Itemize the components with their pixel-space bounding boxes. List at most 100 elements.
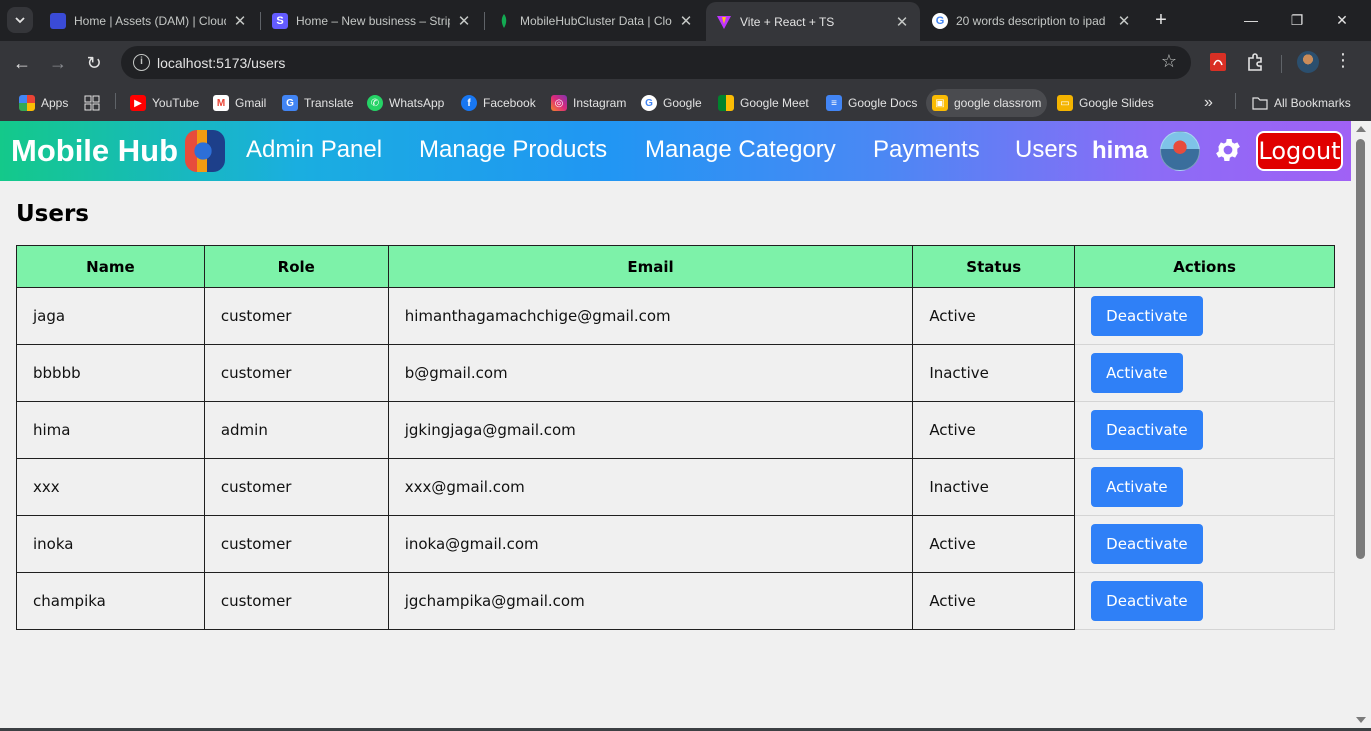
- chevron-down-icon: [15, 17, 25, 24]
- browser-menu-icon[interactable]: ⋮: [1334, 50, 1352, 71]
- deactivate-button[interactable]: Deactivate: [1091, 296, 1203, 336]
- bookmark-google[interactable]: G Google: [635, 89, 708, 117]
- column-header-name: Name: [16, 245, 205, 288]
- tab-vite-active[interactable]: Vite + React + TS ✕: [706, 2, 920, 41]
- facebook-icon: f: [461, 95, 477, 111]
- scroll-up-arrow-icon[interactable]: [1356, 126, 1366, 132]
- dam-favicon-icon: [50, 13, 66, 29]
- column-header-status: Status: [912, 245, 1076, 288]
- bookmark-label: WhatsApp: [389, 96, 445, 110]
- window-close-button[interactable]: ✕: [1327, 8, 1357, 32]
- browser-toolbar: ← → ↻ i localhost:5173/users ☆ ⋮: [0, 41, 1371, 85]
- bookmark-facebook[interactable]: f Facebook: [455, 89, 542, 117]
- tab-mongodb[interactable]: MobileHubCluster Data | Clo ✕: [486, 6, 704, 36]
- user-role-cell: admin: [203, 401, 389, 459]
- more-bookmarks-chevron-icon[interactable]: »: [1198, 89, 1219, 117]
- actions-cell: Deactivate: [1074, 515, 1335, 573]
- minimize-button[interactable]: —: [1236, 8, 1266, 32]
- forward-button[interactable]: →: [44, 49, 72, 77]
- page-title: Users: [16, 201, 89, 227]
- all-bookmarks-folder[interactable]: All Bookmarks: [1246, 89, 1357, 117]
- user-name-cell: hima: [16, 401, 205, 459]
- deactivate-button[interactable]: Deactivate: [1091, 581, 1203, 621]
- nav-payments[interactable]: Payments: [873, 136, 980, 164]
- bookmarks-separator: [1235, 93, 1236, 109]
- deactivate-button[interactable]: Deactivate: [1091, 524, 1203, 564]
- user-role-cell: customer: [203, 515, 389, 573]
- bookmark-whatsapp[interactable]: ✆ WhatsApp: [361, 89, 450, 117]
- tab-assets[interactable]: Home | Assets (DAM) | Cloud ✕: [40, 6, 258, 36]
- scroll-down-arrow-icon[interactable]: [1356, 717, 1366, 723]
- bookmark-label: Google Meet: [740, 96, 809, 110]
- bookmark-label: google classrom: [954, 96, 1042, 110]
- bookmark-google-classroom[interactable]: ▣ google classrom: [926, 89, 1048, 117]
- user-avatar[interactable]: [1160, 131, 1200, 171]
- table-row: inoka customer inoka@gmail.com Active De…: [16, 515, 1335, 573]
- deactivate-button[interactable]: Deactivate: [1091, 410, 1203, 450]
- bookmark-apps[interactable]: Apps: [13, 89, 74, 117]
- user-status-cell: Active: [912, 287, 1076, 345]
- user-email-cell: inoka@gmail.com: [387, 515, 914, 573]
- table-row: hima admin jgkingjaga@gmail.com Active D…: [16, 401, 1335, 459]
- google-favicon-icon: G: [932, 13, 948, 29]
- bookmark-instagram[interactable]: ◎ Instagram: [545, 89, 632, 117]
- gear-icon[interactable]: [1213, 135, 1243, 165]
- extensions-puzzle-icon[interactable]: [1244, 51, 1266, 73]
- youtube-icon: ▶: [130, 95, 146, 111]
- page-scrollbar[interactable]: [1351, 121, 1371, 728]
- close-icon[interactable]: ✕: [1116, 12, 1132, 30]
- vite-favicon-icon: [716, 14, 732, 30]
- user-name-cell: jaga: [16, 287, 205, 345]
- bookmark-label: Translate: [304, 96, 354, 110]
- pdf-extension-icon[interactable]: [1207, 51, 1229, 73]
- close-icon[interactable]: ✕: [678, 12, 694, 30]
- toolbar-separator: [1281, 55, 1282, 73]
- bookmark-google-docs[interactable]: ≡ Google Docs: [820, 89, 923, 117]
- close-icon[interactable]: ✕: [456, 12, 472, 30]
- tab-google-search[interactable]: G 20 words description to ipad ✕: [922, 6, 1142, 36]
- table-row: xxx customer xxx@gmail.com Inactive Acti…: [16, 458, 1335, 516]
- google-classroom-icon: ▣: [932, 95, 948, 111]
- app-navbar: Mobile Hub Admin Panel Manage Products M…: [0, 121, 1351, 181]
- tab-search-button[interactable]: [7, 7, 33, 33]
- column-header-role: Role: [203, 245, 389, 288]
- tab-title: Home – New business – Strip: [296, 14, 450, 28]
- nav-manage-products[interactable]: Manage Products: [419, 136, 607, 164]
- reload-button[interactable]: ↻: [80, 49, 108, 77]
- activate-button[interactable]: Activate: [1091, 353, 1183, 393]
- nav-admin-panel[interactable]: Admin Panel: [246, 136, 382, 164]
- bookmark-google-meet[interactable]: Google Meet: [712, 89, 815, 117]
- bookmark-google-slides[interactable]: ▭ Google Slides: [1051, 89, 1160, 117]
- tab-groups-icon: [84, 95, 100, 111]
- bookmark-translate[interactable]: G Translate: [276, 89, 360, 117]
- user-status-cell: Inactive: [912, 458, 1076, 516]
- tab-stripe[interactable]: S Home – New business – Strip ✕: [262, 6, 482, 36]
- bookmark-youtube[interactable]: ▶ YouTube: [124, 89, 205, 117]
- bookmark-star-icon[interactable]: ☆: [1161, 51, 1177, 72]
- google-slides-icon: ▭: [1057, 95, 1073, 111]
- close-icon[interactable]: ✕: [894, 13, 910, 31]
- close-icon[interactable]: ✕: [232, 12, 248, 30]
- activate-button[interactable]: Activate: [1091, 467, 1183, 507]
- site-info-icon[interactable]: i: [133, 54, 150, 71]
- brand-logo-icon: [185, 130, 225, 172]
- whatsapp-icon: ✆: [367, 95, 383, 111]
- scrollbar-thumb[interactable]: [1356, 139, 1365, 559]
- new-tab-button[interactable]: +: [1148, 8, 1174, 34]
- bookmark-label: All Bookmarks: [1274, 96, 1351, 110]
- actions-cell: Deactivate: [1074, 287, 1335, 345]
- address-bar[interactable]: i localhost:5173/users ☆: [121, 46, 1191, 79]
- bookmark-gmail[interactable]: M Gmail: [207, 89, 272, 117]
- restore-button[interactable]: ❐: [1282, 8, 1312, 32]
- bookmark-tab-groups[interactable]: [78, 89, 106, 117]
- url-text[interactable]: localhost:5173/users: [157, 55, 285, 71]
- back-button[interactable]: ←: [8, 49, 36, 77]
- brand-title[interactable]: Mobile Hub: [11, 133, 178, 169]
- bookmark-label: YouTube: [152, 96, 200, 110]
- google-docs-icon: ≡: [826, 95, 842, 111]
- profile-avatar-icon[interactable]: [1297, 51, 1319, 73]
- nav-manage-category[interactable]: Manage Category: [645, 136, 836, 164]
- nav-users[interactable]: Users: [1015, 136, 1078, 164]
- page-viewport: Mobile Hub Admin Panel Manage Products M…: [0, 121, 1351, 728]
- logout-button[interactable]: Logout: [1256, 131, 1343, 171]
